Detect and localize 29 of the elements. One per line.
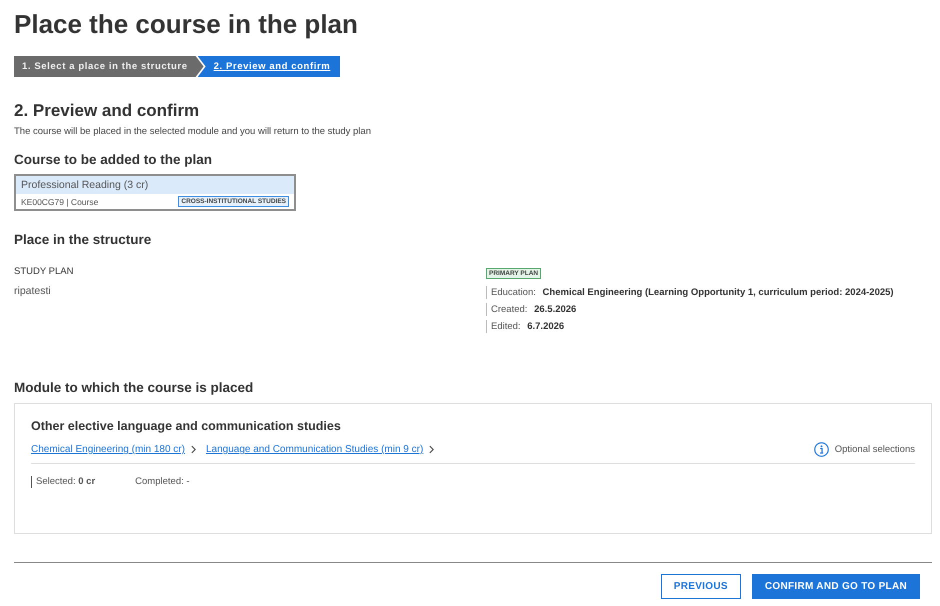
wizard-step[interactable]: 1. Select a place in the structure	[14, 56, 204, 77]
detail-value: 6.7.2026	[527, 321, 564, 332]
page-title: Place the course in the plan	[14, 8, 359, 40]
wizard-step[interactable]: 2. Preview and confirm	[198, 56, 340, 77]
section-heading: 2. Preview and confirm	[14, 101, 200, 121]
detail-label: Education:	[491, 287, 536, 298]
breadcrumb-link[interactable]: Chemical Engineering (min 180 cr)	[31, 444, 185, 455]
course-name: Professional Reading (3 cr)	[16, 176, 294, 194]
section-description: The course will be placed in the selected module and you will return to the study plan	[14, 125, 372, 138]
chevron-right-icon	[190, 445, 196, 454]
detail-label: Edited:	[491, 321, 521, 332]
optional-selections-label: Optional selections	[834, 444, 915, 455]
info-icon	[814, 442, 829, 457]
confirm-button[interactable]: CONFIRM AND GO TO PLAN	[752, 574, 920, 599]
plan-name: ripatesti	[14, 284, 52, 298]
detail-value: Chemical Engineering (Learning Opportunity 1, curriculum period: 2024-2025)	[542, 287, 894, 298]
detail-value: 26.5.2026	[534, 304, 576, 315]
completed-credits: Completed: -	[135, 476, 190, 488]
module-heading: Module to which the course is placed	[14, 379, 254, 396]
chevron-right-icon	[429, 445, 434, 454]
plan-label: STUDY PLAN	[14, 266, 74, 278]
breadcrumb-link[interactable]: Language and Communication Studies (min 9 cr)	[206, 444, 424, 455]
previous-button[interactable]: PREVIOUS	[660, 574, 741, 599]
detail-label: Created:	[491, 304, 528, 315]
selected-credits: Selected: 0 cr	[31, 476, 96, 488]
course-heading: Course to be added to the plan	[14, 151, 214, 168]
course-code: KE00CG79 | Course	[21, 196, 98, 206]
module-title: Other elective language and communication studies	[31, 418, 342, 434]
structure-heading: Place in the structure	[14, 231, 152, 248]
